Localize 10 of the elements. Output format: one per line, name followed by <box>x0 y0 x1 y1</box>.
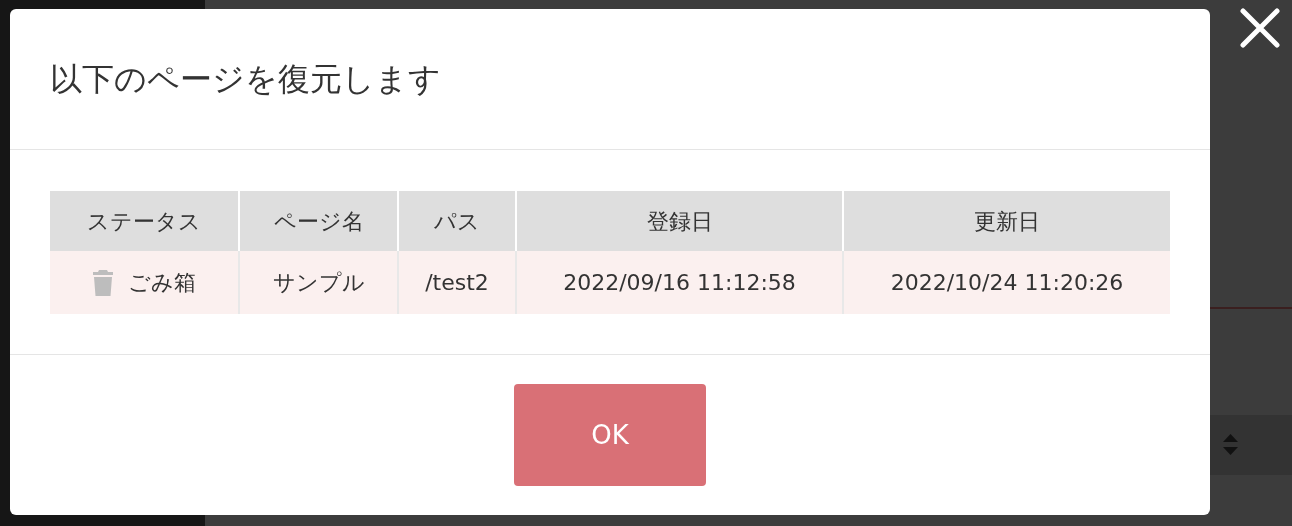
column-header: 更新日 <box>973 207 1041 236</box>
table-cell: /test2 <box>399 251 517 314</box>
close-button[interactable] <box>1238 6 1282 50</box>
table-cell: 2022/09/16 11:12:58 <box>517 251 844 314</box>
dialog-title: 以下のページを復元します <box>50 59 441 100</box>
trash-icon <box>92 268 114 297</box>
ok-button[interactable]: OK <box>514 384 706 486</box>
table-cell: ごみ箱 <box>50 251 240 314</box>
table-cell-text: 2022/10/24 11:20:26 <box>889 269 1125 297</box>
table-cell: サンプル <box>240 251 399 314</box>
